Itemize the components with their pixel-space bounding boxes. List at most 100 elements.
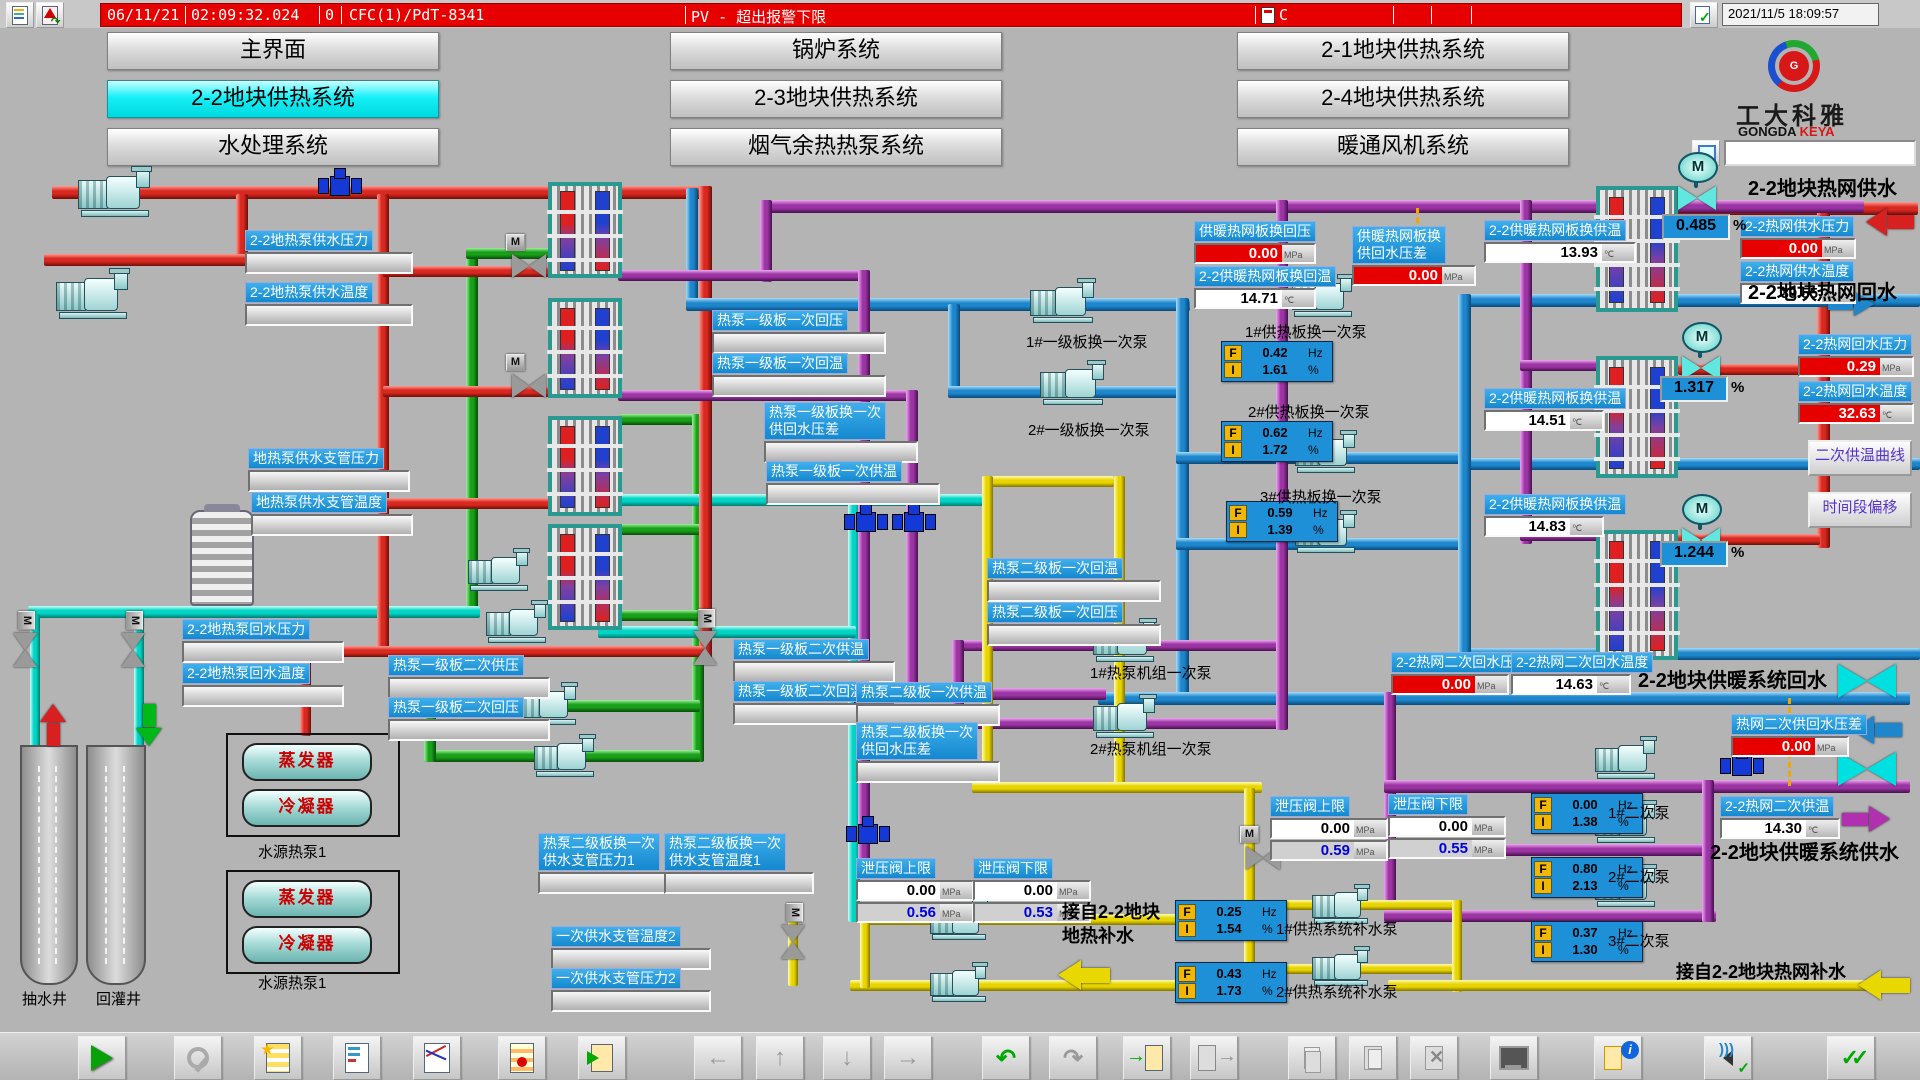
gauge-value[interactable]: 0.59MPa: [1270, 840, 1388, 861]
nav-boiler[interactable]: 锅炉系统: [670, 32, 1002, 70]
toolbar-alarm-summary-button[interactable]: ★: [254, 1036, 302, 1080]
gauge-value[interactable]: 0.56MPa: [856, 902, 974, 923]
toolbar-delete-button[interactable]: ✕: [1410, 1036, 1458, 1080]
toolbar-ack-all-button[interactable]: ✓✓: [1827, 1036, 1875, 1080]
motor-valve[interactable]: M: [512, 254, 546, 278]
toolbar-copy-button[interactable]: [1288, 1036, 1336, 1080]
gauge-value[interactable]: 14.71℃: [1194, 288, 1316, 309]
gauge-value[interactable]: [712, 375, 886, 397]
gauge-value[interactable]: 0.00MPa: [1391, 674, 1509, 695]
gauge-value[interactable]: 0.00MPa: [856, 880, 974, 901]
heat-exchanger[interactable]: [548, 298, 622, 398]
heat-exchanger[interactable]: [1596, 356, 1678, 478]
gauge-value[interactable]: [388, 677, 550, 699]
gauge-value[interactable]: [764, 441, 918, 463]
alarm-banner[interactable]: 06/11/21 02:09:32.024 0 CFC(1)/PdT-8341 …: [100, 3, 1682, 27]
gauge-value[interactable]: [987, 624, 1161, 646]
gauge-value[interactable]: [712, 332, 886, 354]
gauge-value[interactable]: 0.29MPa: [1798, 356, 1914, 377]
pump[interactable]: [56, 268, 130, 319]
isolation-valve[interactable]: [1838, 664, 1896, 698]
nav-hvac-fan[interactable]: 暖通风机系统: [1237, 128, 1569, 166]
solenoid-valve[interactable]: [844, 504, 886, 534]
toolbar-redo-button[interactable]: ↷: [1049, 1036, 1097, 1080]
toolbar-report-button[interactable]: [333, 1036, 381, 1080]
nav-fluegas-hp[interactable]: 烟气余热热泵系统: [670, 128, 1002, 166]
toolbar-undo-button[interactable]: ↶: [982, 1036, 1030, 1080]
gauge-value[interactable]: [664, 872, 814, 894]
toolbar-nav-up-button[interactable]: ↑: [756, 1036, 804, 1080]
gauge-value[interactable]: [245, 304, 413, 326]
gauge-value[interactable]: [551, 990, 711, 1012]
gauge-value[interactable]: 0.00MPa: [1194, 243, 1316, 264]
confirm-button[interactable]: ✓: [1690, 2, 1718, 28]
pump[interactable]: [1595, 736, 1657, 779]
drive-readout-fi7[interactable]: F0.25HzI1.54%: [1175, 900, 1287, 941]
alarm-ack-icon[interactable]: ↷: [36, 2, 64, 28]
drive-readout-fi1[interactable]: F0.42HzI1.61%: [1221, 341, 1333, 382]
motor-valve[interactable]: M: [121, 633, 145, 667]
toolbar-nav-down-button[interactable]: ↓: [823, 1036, 871, 1080]
gauge-value[interactable]: [251, 514, 413, 536]
gauge-value[interactable]: 14.51℃: [1484, 410, 1604, 431]
toolbar-display-button[interactable]: [1490, 1036, 1538, 1080]
drive-readout-fi2[interactable]: F0.62HzI1.72%: [1221, 421, 1333, 462]
water-source-heat-pump[interactable]: 蒸发器冷凝器: [226, 870, 400, 974]
valve-position-value[interactable]: 1.244: [1660, 541, 1728, 567]
drive-readout-fi3[interactable]: F0.59HzI1.39%: [1226, 501, 1338, 542]
gauge-value[interactable]: 0.00MPa: [973, 880, 1091, 901]
gauge-value[interactable]: [551, 948, 711, 970]
gauge-value[interactable]: [245, 252, 413, 274]
motor-valve[interactable]: M: [781, 925, 805, 959]
motor-valve[interactable]: M: [13, 633, 37, 667]
nav-block-2-4[interactable]: 2-4地块供热系统: [1237, 80, 1569, 118]
toolbar-temperature-log-button[interactable]: [498, 1036, 546, 1080]
toolbar-enter-screen-button[interactable]: →: [1123, 1036, 1171, 1080]
nav-water-treat[interactable]: 水处理系统: [107, 128, 439, 166]
toolbar-trend-button[interactable]: [413, 1036, 461, 1080]
pump[interactable]: [1040, 360, 1106, 405]
pump[interactable]: [1312, 946, 1370, 986]
nav-block-2-3[interactable]: 2-3地块供热系统: [670, 80, 1002, 118]
gauge-value[interactable]: 0.00MPa: [1740, 238, 1856, 259]
gauge-value[interactable]: 0.00MPa: [1270, 818, 1388, 839]
motor-valve[interactable]: M: [512, 374, 546, 398]
toolbar-audio-ack-button[interactable]: )))✓: [1704, 1036, 1752, 1080]
toolbar-tools-button[interactable]: [174, 1036, 222, 1080]
gauge-value[interactable]: 32.63℃: [1798, 403, 1914, 424]
solenoid-valve[interactable]: [318, 168, 360, 198]
toolbar-run-button[interactable]: [78, 1036, 126, 1080]
pump[interactable]: [1030, 278, 1096, 323]
nav-block-2-2[interactable]: 2-2地块供热系统: [107, 80, 439, 118]
toolbar-goto-screen-button[interactable]: [578, 1036, 626, 1080]
drive-readout-fi8[interactable]: F0.43HzI1.73%: [1175, 962, 1287, 1003]
motor-valve[interactable]: M: [693, 631, 717, 665]
valve-position-value[interactable]: 0.485: [1662, 214, 1730, 240]
isolation-valve[interactable]: [1838, 752, 1896, 786]
water-source-heat-pump[interactable]: 蒸发器冷凝器: [226, 733, 400, 837]
solenoid-valve[interactable]: [846, 816, 888, 846]
nav-block-2-1[interactable]: 2-1地块供热系统: [1237, 32, 1569, 70]
toolbar-info-button[interactable]: i: [1594, 1036, 1642, 1080]
toolbar-paste-button[interactable]: [1349, 1036, 1397, 1080]
pump[interactable]: [78, 166, 152, 217]
gauge-value[interactable]: [733, 661, 895, 683]
pump[interactable]: [1093, 694, 1157, 738]
gauge-value[interactable]: 14.83℃: [1484, 516, 1604, 537]
gauge-value[interactable]: [987, 580, 1161, 602]
heat-exchanger[interactable]: [548, 524, 622, 630]
gauge-value[interactable]: [248, 470, 410, 492]
pump[interactable]: [930, 962, 988, 1002]
control-valve-motor[interactable]: M: [1682, 494, 1722, 525]
gauge-value[interactable]: 13.93℃: [1484, 242, 1636, 263]
heat-exchanger[interactable]: [548, 416, 622, 516]
screen-number-field[interactable]: [1724, 140, 1916, 166]
gauge-value[interactable]: 0.00MPa: [1731, 736, 1849, 757]
secondary-supply-curve-button[interactable]: 二次供温曲线: [1808, 440, 1912, 476]
gauge-value[interactable]: [766, 483, 940, 505]
gauge-value[interactable]: [388, 719, 550, 741]
gauge-value[interactable]: 0.00MPa: [1352, 265, 1476, 286]
alarm-log-icon[interactable]: [6, 2, 34, 28]
toolbar-exit-screen-button[interactable]: →: [1190, 1036, 1238, 1080]
gauge-value[interactable]: [856, 761, 1000, 783]
